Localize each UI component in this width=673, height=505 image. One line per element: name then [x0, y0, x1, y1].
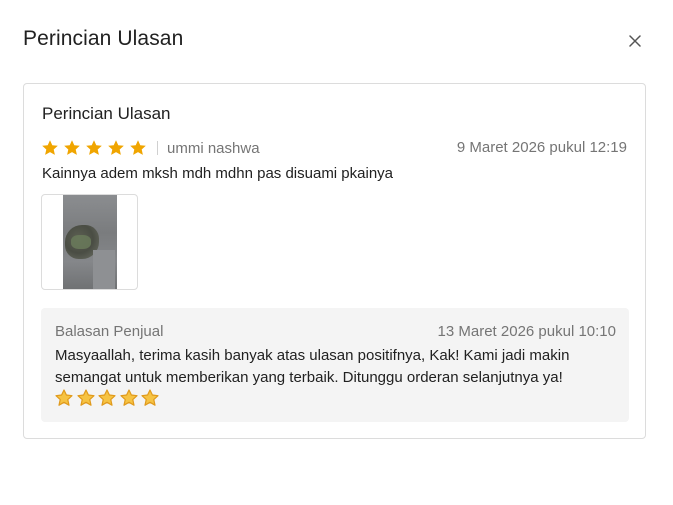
seller-reply-text: Masyaallah, terima kasih banyak atas ula… — [55, 347, 570, 386]
star-icon — [86, 140, 102, 155]
close-icon — [629, 35, 641, 47]
star-icon — [108, 140, 124, 155]
review-photo — [63, 195, 117, 289]
reviewer-name: ummi nashwa — [167, 139, 260, 157]
star-icon — [42, 140, 58, 155]
seller-reply-emoji-stars — [55, 389, 163, 407]
star-icon — [64, 140, 80, 155]
glowing-star-icon — [98, 389, 116, 406]
close-button[interactable] — [624, 30, 646, 52]
review-card-title: Perincian Ulasan — [42, 104, 171, 123]
review-card: Perincian Ulasan ummi nashwa 9 Maret 202… — [23, 83, 646, 439]
glowing-star-icon — [55, 389, 73, 406]
star-icon — [130, 140, 146, 155]
review-photo-thumbnail[interactable] — [41, 194, 138, 290]
divider — [157, 141, 158, 155]
review-text: Kainnya adem mksh mdh mdhn pas disuami p… — [42, 165, 394, 182]
glowing-star-icon — [141, 389, 159, 406]
seller-reply-label: Balasan Penjual — [55, 323, 164, 340]
rating-row: ummi nashwa — [41, 138, 260, 158]
glowing-star-icon — [76, 389, 95, 406]
seller-reply: Balasan Penjual 13 Maret 2026 pukul 10:1… — [41, 308, 629, 422]
glowing-star-icon — [119, 389, 138, 406]
seller-reply-date: 13 Maret 2026 pukul 10:10 — [437, 323, 616, 340]
modal-title: Perincian Ulasan — [23, 27, 184, 50]
star-rating — [41, 139, 151, 157]
review-date: 9 Maret 2026 pukul 12:19 — [456, 139, 627, 156]
